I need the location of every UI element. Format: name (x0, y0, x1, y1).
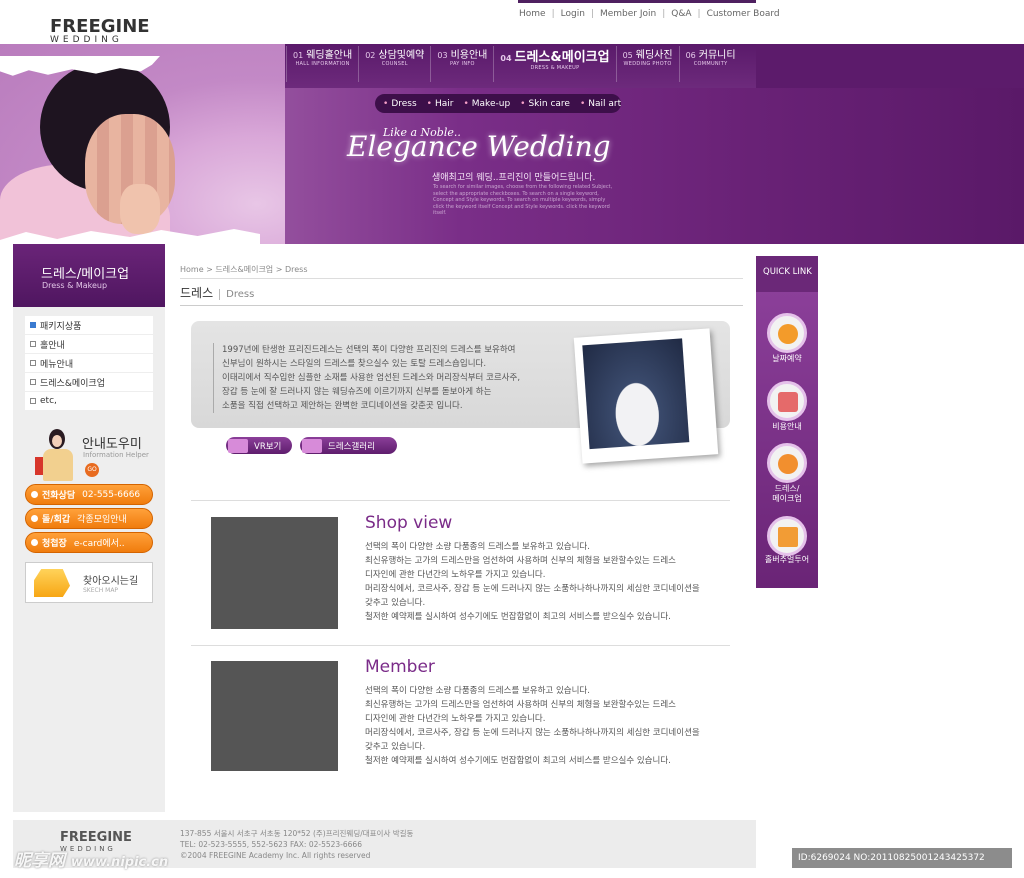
section-title: Member (365, 657, 435, 677)
nav-item-dress[interactable]: 04 드레스&메이크업 DRESS & MAKEUP (493, 46, 615, 82)
bullet-icon (30, 322, 36, 328)
vr-view-button[interactable]: VR보기 (226, 437, 292, 454)
card-icon (778, 392, 798, 412)
sidebar-item-package[interactable]: 패키지상품 (25, 316, 153, 334)
site-logo[interactable]: FREEGINE WEDDING (50, 16, 150, 45)
bullet-icon (30, 379, 36, 385)
helper-subtitle: Information Helper (83, 451, 149, 459)
subnav-makeup[interactable]: • Make-up (463, 99, 510, 109)
party-info-button[interactable]: 돌/회갑 각종모임안내 (25, 508, 153, 529)
sidebar-title: 드레스/메이크업 (41, 267, 130, 282)
dress-gallery-button[interactable]: 드레스갤러리 (300, 437, 397, 454)
shop-photo (211, 517, 338, 629)
helper-go-button[interactable]: GO (85, 463, 99, 477)
sidebar-item-dress[interactable]: 드레스&메이크업 (25, 373, 153, 391)
member-photo (211, 661, 338, 771)
quick-item-cost[interactable]: 비용안내 (756, 376, 818, 442)
sub-nav: • Dress • Hair • Make-up • Skin care • Nail a… (375, 94, 621, 113)
helper-girl-icon (33, 427, 79, 483)
slogan-fineprint: To search for similar images, choose fro… (433, 184, 613, 217)
map-icon (34, 569, 70, 597)
quick-item-tour[interactable]: 홀버추얼투어 (756, 511, 818, 577)
sidebar-item-etc[interactable]: etc, (25, 392, 153, 410)
subnav-hair[interactable]: • Hair (427, 99, 454, 109)
breadcrumb: Home > 드레스&메이크업 > Dress (180, 265, 308, 274)
dot-icon (31, 491, 38, 498)
sidebar-item-menu[interactable]: 메뉴안내 (25, 354, 153, 372)
directions-title: 찾아오시는길 (83, 576, 139, 587)
dress-polaroid-photo (573, 328, 719, 464)
main-nav: 01 웨딩홀안내 HALL INFORMATION 02 상담및예약 COUNSEL 0… (286, 46, 742, 82)
quick-item-dress[interactable]: 드레스/ 메이크업 (756, 438, 818, 504)
directions-subtitle: SKECH MAP (83, 587, 119, 594)
dot-icon (31, 515, 38, 522)
vr-icon (228, 438, 248, 453)
bullet-icon (30, 341, 36, 347)
section-text: 선택의 폭이 다양한 소량 다품종의 드레스를 보유하고 있습니다. 최신유행하… (365, 686, 700, 766)
dot-icon (31, 539, 38, 546)
subnav-nailart[interactable]: • Nail art (580, 99, 621, 109)
bullet-icon (30, 398, 36, 404)
bride-photo (0, 44, 285, 244)
top-link-join[interactable]: Member Join (600, 9, 656, 19)
watermark-id: ID:6269024 NO:20110825001243425372 (792, 848, 1012, 868)
top-link-board[interactable]: Customer Board (707, 9, 780, 19)
slogan-small: Like a Noble.. (383, 126, 461, 139)
section-member: Member 선택의 폭이 다양한 소량 다품종의 드레스를 보유하고 있습니다… (191, 646, 730, 792)
subnav-skincare[interactable]: • Skin care (520, 99, 570, 109)
gallery-icon (302, 438, 322, 453)
helper-title: 안내도우미 (82, 437, 142, 452)
section-shop-view: Shop view 선택의 폭이 다양한 소량 다품종의 드레스를 보유하고 있… (191, 502, 730, 648)
hero-slogan: Like a Noble.. Elegance Wedding (347, 124, 611, 163)
nav-item-hall[interactable]: 01 웨딩홀안내 HALL INFORMATION (286, 46, 358, 82)
sidebar-item-hall[interactable]: 홀안내 (25, 335, 153, 353)
people-icon (778, 454, 798, 474)
quick-link-header: QUICK LINK (756, 256, 818, 292)
top-link-qna[interactable]: Q&A (671, 9, 691, 19)
top-link-home[interactable]: Home (519, 9, 546, 19)
sidebar-header: 드레스/메이크업 Dress & Makeup (13, 244, 165, 307)
slogan-subtitle: 생애최고의 웨딩..프리진이 만들어드립니다. (432, 173, 596, 183)
section-text: 선택의 폭이 다양한 소량 다품종의 드레스를 보유하고 있습니다. 최신유행하… (365, 542, 700, 622)
logo-text: FREEGINE (50, 16, 150, 37)
sidebar-subtitle: Dress & Makeup (42, 281, 108, 290)
divider (180, 278, 743, 279)
watermark-left: 昵享网 www.nipic.cn (14, 851, 169, 871)
sidebar-menu: 패키지상품 홀안내 메뉴안내 드레스&메이크업 etc, (25, 316, 153, 411)
top-link-login[interactable]: Login (561, 9, 585, 19)
divider (180, 305, 743, 306)
footer-logo: FREEGINE (60, 830, 132, 845)
nav-item-community[interactable]: 06 커뮤니티 COMMUNITY (678, 46, 742, 82)
top-util-bar (518, 0, 756, 3)
quick-item-reserve[interactable]: 날짜예약 (756, 308, 818, 374)
footer-info: 137-855 서울시 서초구 서초동 120*52 (주)프리진웨딩/대표이사… (180, 829, 414, 860)
quick-link-panel: QUICK LINK 날짜예약 비용안내 드레스/ 메이크업 홀버추얼투어 (756, 256, 818, 588)
intro-text: 1997년에 탄생한 프리진드레스는 선택의 폭이 다양한 프리진의 드레스를 … (213, 343, 563, 413)
nav-item-pay[interactable]: 03 비용안내 PAY INFO (430, 46, 493, 82)
gnb-strip-right (756, 44, 1024, 88)
phone-consult-button[interactable]: 전화상담 02-555-6666 (25, 484, 153, 505)
top-utility-nav: Home | Login | Member Join | Q&A | Customer … (519, 9, 780, 19)
nav-item-photo[interactable]: 05 웨딩사진 WEDDING PHOTO (615, 46, 679, 82)
clock-icon (778, 324, 798, 344)
nav-item-counsel[interactable]: 02 상담및예약 COUNSEL (358, 46, 430, 82)
section-title: Shop view (365, 513, 453, 533)
directions-button[interactable]: 찾아오시는길 SKECH MAP (25, 562, 153, 603)
house-icon (778, 527, 798, 547)
subnav-dress[interactable]: • Dress (383, 99, 417, 109)
divider (191, 500, 730, 501)
page-title: 드레스 Dress (180, 286, 255, 300)
bullet-icon (30, 360, 36, 366)
invitation-button[interactable]: 청첩장 e-card에서.. (25, 532, 153, 553)
